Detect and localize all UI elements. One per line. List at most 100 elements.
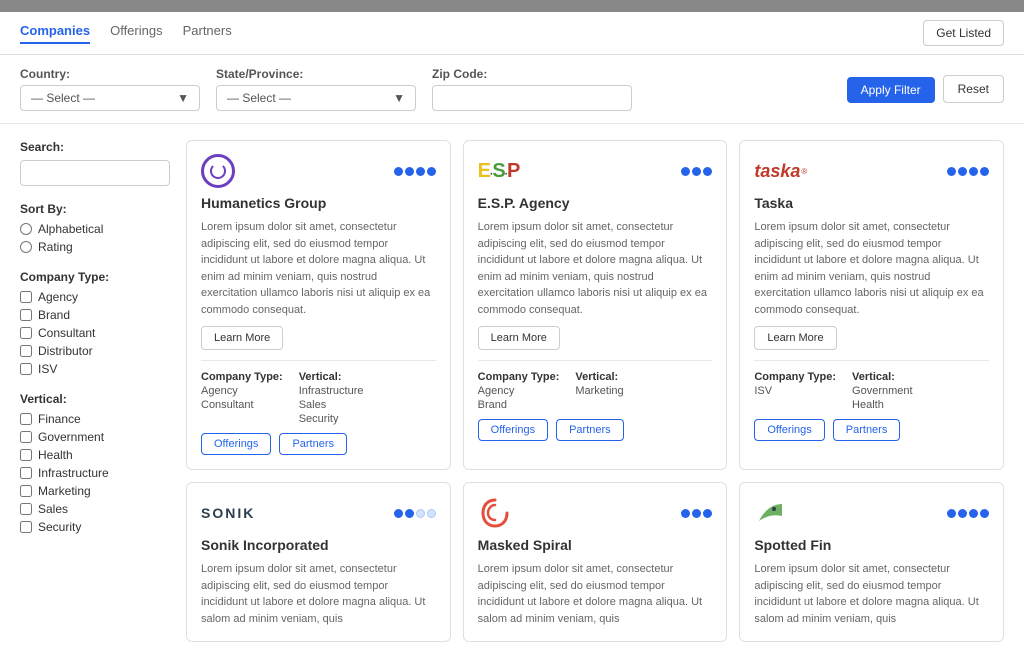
esp-offerings-btn[interactable]: Offerings	[478, 419, 548, 441]
esp-vertical-1: Marketing	[575, 385, 623, 397]
esp-footer: Offerings Partners	[478, 419, 713, 441]
esp-divider	[478, 360, 713, 361]
vertical-list: Finance Government Health Infrastructure…	[20, 412, 170, 534]
masked-spiral-desc: Lorem ipsum dolor sit amet, consectetur …	[478, 561, 713, 627]
spotted-fin-name: Spotted Fin	[754, 537, 989, 553]
masked-spiral-icon	[478, 496, 512, 530]
country-select[interactable]: — Select — ▼	[20, 85, 200, 111]
type-agency[interactable]: Agency	[20, 290, 170, 304]
zip-input[interactable]	[432, 85, 632, 111]
vertical-government[interactable]: Government	[20, 430, 170, 444]
taska-partners-btn[interactable]: Partners	[833, 419, 901, 441]
filter-actions: Apply Filter Reset	[847, 75, 1004, 103]
search-input[interactable]	[20, 160, 170, 186]
main-content: Search: Sort By: Alphabetical Rating	[0, 124, 1024, 658]
sonik-logo: SONIK	[201, 497, 255, 529]
esp-desc: Lorem ipsum dolor sit amet, consectetur …	[478, 219, 713, 318]
humanetics-divider	[201, 360, 436, 361]
esp-vertical-label: Vertical:	[575, 371, 623, 383]
taska-learn-more[interactable]: Learn More	[754, 326, 836, 350]
sort-section: Sort By: Alphabetical Rating	[20, 202, 170, 254]
type-distributor[interactable]: Distributor	[20, 344, 170, 358]
type-brand[interactable]: Brand	[20, 308, 170, 322]
filters-row: Country: — Select — ▼ State/Province: — …	[0, 55, 1024, 124]
humanetics-partners-btn[interactable]: Partners	[279, 433, 347, 455]
zip-filter: Zip Code:	[432, 67, 632, 111]
esp-partners-btn[interactable]: Partners	[556, 419, 624, 441]
sort-alphabetical[interactable]: Alphabetical	[20, 222, 170, 236]
reset-filter-button[interactable]: Reset	[943, 75, 1004, 103]
star-1	[681, 509, 690, 518]
humanetics-logo	[201, 155, 235, 187]
humanetics-types: Company Type: Agency Consultant	[201, 371, 283, 425]
humanetics-vertical-label: Vertical:	[299, 371, 364, 383]
esp-meta: Company Type: Agency Brand Vertical: Mar…	[478, 371, 713, 411]
state-select-value: — Select —	[227, 91, 291, 105]
taska-vertical-label: Vertical:	[852, 371, 913, 383]
esp-type-2: Brand	[478, 399, 560, 411]
vertical-finance[interactable]: Finance	[20, 412, 170, 426]
country-label: Country:	[20, 67, 200, 81]
header-nav: Companies Offerings Partners Get Listed	[0, 12, 1024, 55]
humanetics-vertical-2: Sales	[299, 399, 364, 411]
star-4	[980, 509, 989, 518]
state-chevron-icon: ▼	[393, 91, 405, 105]
taska-divider	[754, 360, 989, 361]
get-listed-button[interactable]: Get Listed	[923, 20, 1004, 46]
star-3	[703, 167, 712, 176]
humanetics-vertical-3: Security	[299, 413, 364, 425]
humanetics-name: Humanetics Group	[201, 195, 436, 211]
vertical-health[interactable]: Health	[20, 448, 170, 462]
sonik-rating	[394, 509, 436, 518]
humanetics-learn-more[interactable]: Learn More	[201, 326, 283, 350]
taska-types: Company Type: ISV	[754, 371, 836, 411]
star-4	[427, 509, 436, 518]
country-filter: Country: — Select — ▼	[20, 67, 200, 111]
state-filter: State/Province: — Select — ▼	[216, 67, 416, 111]
star-3	[416, 509, 425, 518]
esp-type-1: Agency	[478, 385, 560, 397]
humanetics-meta: Company Type: Agency Consultant Vertical…	[201, 371, 436, 425]
tab-offerings[interactable]: Offerings	[110, 23, 163, 44]
sonik-name: Sonik Incorporated	[201, 537, 436, 553]
vertical-sales[interactable]: Sales	[20, 502, 170, 516]
masked-spiral-logo	[478, 497, 512, 529]
page-wrapper: Companies Offerings Partners Get Listed …	[0, 0, 1024, 658]
sort-alphabetical-label: Alphabetical	[38, 222, 103, 236]
sort-alphabetical-radio[interactable]	[20, 223, 32, 235]
star-2	[405, 509, 414, 518]
apply-filter-button[interactable]: Apply Filter	[847, 77, 935, 103]
vertical-security[interactable]: Security	[20, 520, 170, 534]
tab-companies[interactable]: Companies	[20, 23, 90, 44]
star-3	[703, 509, 712, 518]
taska-name: Taska	[754, 195, 989, 211]
card-esp: E·S·P E.S.P. Agency Lorem ipsum dolor si…	[463, 140, 728, 470]
humanetics-desc: Lorem ipsum dolor sit amet, consectetur …	[201, 219, 436, 318]
spotted-fin-icon	[754, 496, 788, 530]
star-2	[958, 167, 967, 176]
vertical-infrastructure[interactable]: Infrastructure	[20, 466, 170, 480]
esp-learn-more[interactable]: Learn More	[478, 326, 560, 350]
sonik-desc: Lorem ipsum dolor sit amet, consectetur …	[201, 561, 436, 627]
star-2	[958, 509, 967, 518]
type-consultant[interactable]: Consultant	[20, 326, 170, 340]
humanetics-rating	[394, 167, 436, 176]
humanetics-type-2: Consultant	[201, 399, 283, 411]
star-1	[947, 509, 956, 518]
spotted-fin-logo	[754, 497, 788, 529]
nav-tabs: Companies Offerings Partners	[20, 23, 232, 44]
state-select[interactable]: — Select — ▼	[216, 85, 416, 111]
humanetics-offerings-btn[interactable]: Offerings	[201, 433, 271, 455]
taska-desc: Lorem ipsum dolor sit amet, consectetur …	[754, 219, 989, 318]
taska-offerings-btn[interactable]: Offerings	[754, 419, 824, 441]
star-2	[405, 167, 414, 176]
type-isv[interactable]: ISV	[20, 362, 170, 376]
vertical-marketing[interactable]: Marketing	[20, 484, 170, 498]
humanetics-type-label: Company Type:	[201, 371, 283, 383]
sort-rating-radio[interactable]	[20, 241, 32, 253]
card-masked-spiral-header	[478, 497, 713, 529]
card-spotted-fin-header	[754, 497, 989, 529]
tab-partners[interactable]: Partners	[183, 23, 232, 44]
card-esp-header: E·S·P	[478, 155, 713, 187]
sort-rating[interactable]: Rating	[20, 240, 170, 254]
